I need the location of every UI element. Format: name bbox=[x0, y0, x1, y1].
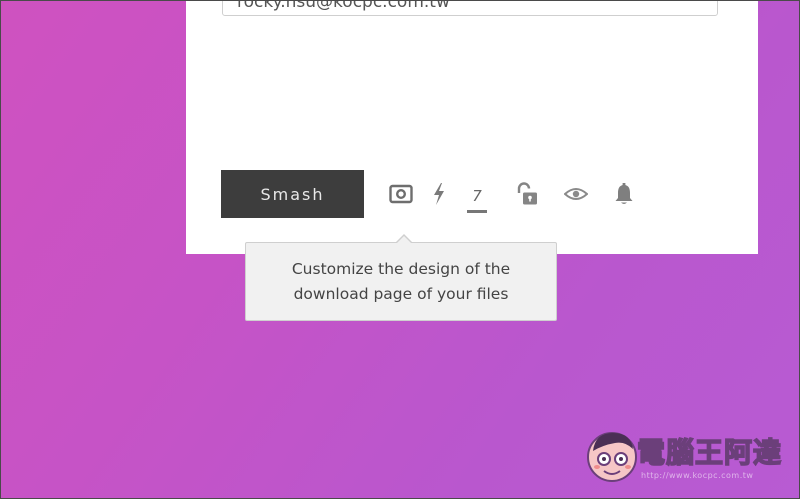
mascot-icon bbox=[587, 432, 637, 482]
tooltip-arrow-inner bbox=[396, 236, 412, 244]
eye-icon[interactable] bbox=[563, 180, 589, 208]
upload-panel: rocky.hsu@kocpc.com.tw Smash 7 bbox=[186, 0, 758, 254]
email-field[interactable]: rocky.hsu@kocpc.com.tw bbox=[222, 0, 718, 16]
customize-icon[interactable] bbox=[388, 180, 414, 208]
smash-button[interactable]: Smash bbox=[221, 170, 364, 218]
watermark-url: http://www.kocpc.com.tw bbox=[641, 471, 754, 480]
days-count: 7 bbox=[472, 187, 482, 205]
bell-icon[interactable] bbox=[613, 180, 635, 208]
tooltip: Customize the design of the download pag… bbox=[245, 242, 557, 321]
smash-button-label: Smash bbox=[260, 184, 325, 204]
lightning-icon[interactable] bbox=[430, 180, 448, 208]
days-counter[interactable]: 7 bbox=[467, 182, 487, 213]
watermark: 電腦王阿達 http://www.kocpc.com.tw bbox=[585, 425, 790, 487]
days-underline bbox=[467, 210, 487, 213]
unlock-icon[interactable] bbox=[513, 180, 539, 208]
tooltip-text: Customize the design of the download pag… bbox=[291, 259, 511, 303]
watermark-text: 電腦王阿達 bbox=[636, 435, 783, 470]
